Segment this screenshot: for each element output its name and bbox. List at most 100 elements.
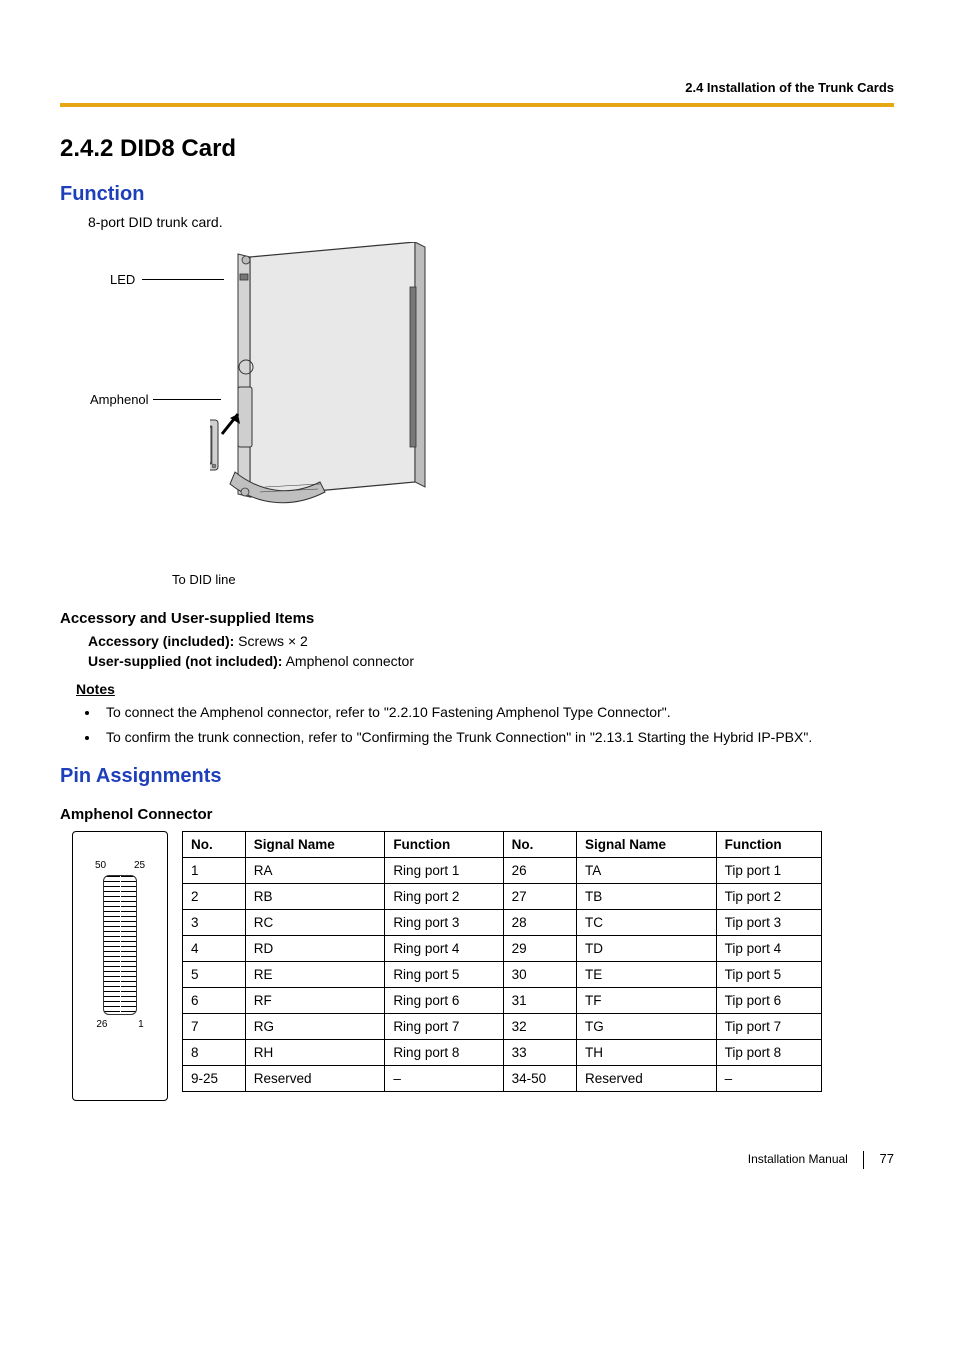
header-rule [60, 103, 894, 107]
card-diagram: LED Amphenol [90, 242, 470, 592]
note-item: To confirm the trunk connection, refer t… [100, 728, 894, 747]
table-row: 2RBRing port 227TBTip port 2 [183, 883, 822, 909]
accessory-label: Accessory (included): [88, 633, 234, 649]
table-cell: Tip port 5 [716, 961, 821, 987]
footer-page-number: 77 [880, 1151, 894, 1166]
pin-table-block: 50 25 26 1 No. Signal Name Function No. … [72, 831, 894, 1101]
table-cell: Tip port 3 [716, 909, 821, 935]
table-cell: Tip port 2 [716, 883, 821, 909]
table-cell: TD [576, 935, 716, 961]
table-row: 8RHRing port 833THTip port 8 [183, 1039, 822, 1065]
table-cell: TB [576, 883, 716, 909]
conn-pin-50: 50 [95, 860, 106, 871]
notes-list: To connect the Amphenol connector, refer… [100, 703, 894, 747]
table-cell: Tip port 4 [716, 935, 821, 961]
accessory-value: Screws × 2 [234, 633, 308, 649]
connector-diagram: 50 25 26 1 [72, 831, 168, 1101]
table-row: 6RFRing port 631TFTip port 6 [183, 987, 822, 1013]
table-cell: 3 [183, 909, 246, 935]
table-cell: Ring port 6 [385, 987, 503, 1013]
notes-heading: Notes [76, 681, 894, 697]
table-cell: 29 [503, 935, 576, 961]
function-heading: Function [60, 183, 894, 206]
table-row: 3RCRing port 328TCTip port 3 [183, 909, 822, 935]
arrow-to-port [222, 414, 240, 434]
table-cell: Tip port 7 [716, 1013, 821, 1039]
table-cell: Ring port 7 [385, 1013, 503, 1039]
accessory-included: Accessory (included): Screws × 2 [88, 633, 894, 649]
header-breadcrumb: 2.4 Installation of the Trunk Cards [60, 80, 894, 95]
table-cell: 32 [503, 1013, 576, 1039]
table-cell: 27 [503, 883, 576, 909]
table-cell: 7 [183, 1013, 246, 1039]
table-cell: TE [576, 961, 716, 987]
user-supplied-label: User-supplied (not included): [88, 653, 282, 669]
table-cell: Ring port 2 [385, 883, 503, 909]
table-row: 1RARing port 126TATip port 1 [183, 857, 822, 883]
page: 2.4 Installation of the Trunk Cards 2.4.… [0, 0, 954, 1209]
table-cell: 8 [183, 1039, 246, 1065]
table-cell: 30 [503, 961, 576, 987]
table-cell: RD [245, 935, 385, 961]
amphenol-label: Amphenol [90, 392, 149, 407]
accessory-heading: Accessory and User-supplied Items [60, 610, 894, 627]
connector-body [103, 875, 137, 1015]
table-cell: RB [245, 883, 385, 909]
to-did-line-label: To DID line [172, 572, 236, 587]
table-cell: Reserved [576, 1065, 716, 1091]
conn-pin-1: 1 [138, 1019, 144, 1030]
section-title: 2.4.2 DID8 Card [60, 135, 894, 163]
table-cell: 1 [183, 857, 246, 883]
footer-divider [863, 1151, 864, 1169]
table-cell: 2 [183, 883, 246, 909]
table-cell: 26 [503, 857, 576, 883]
table-cell: TH [576, 1039, 716, 1065]
table-cell: Ring port 8 [385, 1039, 503, 1065]
table-cell: 6 [183, 987, 246, 1013]
table-cell: 5 [183, 961, 246, 987]
pin-table: No. Signal Name Function No. Signal Name… [182, 831, 822, 1092]
table-cell: TG [576, 1013, 716, 1039]
table-cell: TF [576, 987, 716, 1013]
table-cell: RA [245, 857, 385, 883]
table-cell: Tip port 8 [716, 1039, 821, 1065]
footer-manual: Installation Manual [748, 1152, 848, 1166]
table-cell: TC [576, 909, 716, 935]
table-cell: 28 [503, 909, 576, 935]
col-no-right: No. [503, 831, 576, 857]
table-cell: Tip port 6 [716, 987, 821, 1013]
table-row: 4RDRing port 429TDTip port 4 [183, 935, 822, 961]
col-signal-right: Signal Name [576, 831, 716, 857]
table-cell: 4 [183, 935, 246, 961]
page-footer: Installation Manual 77 [60, 1151, 894, 1169]
table-cell: TA [576, 857, 716, 883]
note-item: To connect the Amphenol connector, refer… [100, 703, 894, 722]
amphenol-connector-subheading: Amphenol Connector [60, 806, 894, 823]
table-cell: 31 [503, 987, 576, 1013]
user-supplied-value: Amphenol connector [282, 653, 414, 669]
table-cell: Ring port 5 [385, 961, 503, 987]
table-cell: RE [245, 961, 385, 987]
table-row: 9-25Reserved–34-50Reserved– [183, 1065, 822, 1091]
card-illustration [210, 242, 460, 562]
table-header-row: No. Signal Name Function No. Signal Name… [183, 831, 822, 857]
table-cell: Ring port 1 [385, 857, 503, 883]
table-cell: Reserved [245, 1065, 385, 1091]
conn-pin-26: 26 [96, 1019, 107, 1030]
table-cell: 34-50 [503, 1065, 576, 1091]
table-cell: RG [245, 1013, 385, 1039]
user-supplied: User-supplied (not included): Amphenol c… [88, 653, 894, 669]
table-cell: Ring port 3 [385, 909, 503, 935]
table-cell: RC [245, 909, 385, 935]
table-cell: Tip port 1 [716, 857, 821, 883]
led-label: LED [110, 272, 135, 287]
col-function-right: Function [716, 831, 821, 857]
table-cell: RH [245, 1039, 385, 1065]
function-desc: 8-port DID trunk card. [88, 214, 894, 230]
table-row: 7RGRing port 732TGTip port 7 [183, 1013, 822, 1039]
col-no-left: No. [183, 831, 246, 857]
pin-assignments-heading: Pin Assignments [60, 765, 894, 788]
table-cell: – [716, 1065, 821, 1091]
table-cell: RF [245, 987, 385, 1013]
col-signal-left: Signal Name [245, 831, 385, 857]
